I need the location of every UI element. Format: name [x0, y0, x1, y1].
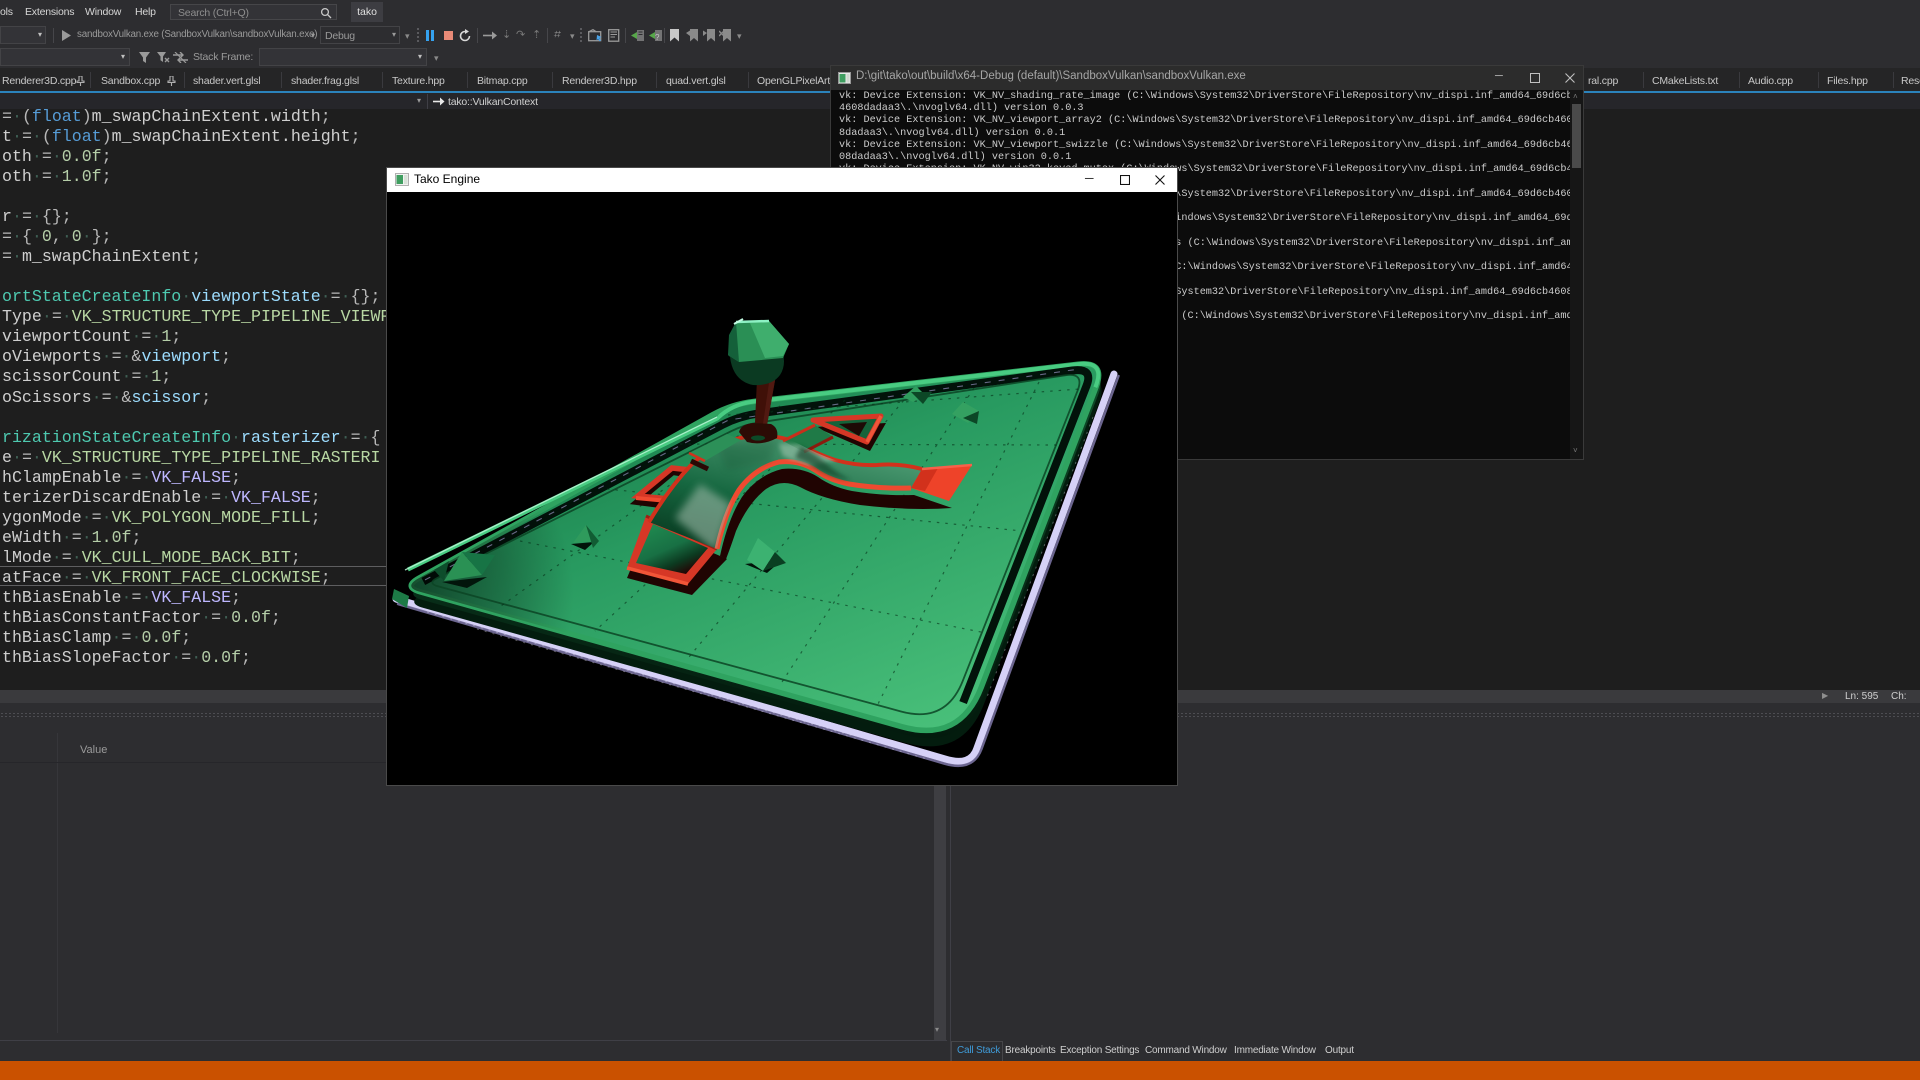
svg-text:?: ?	[655, 33, 660, 42]
